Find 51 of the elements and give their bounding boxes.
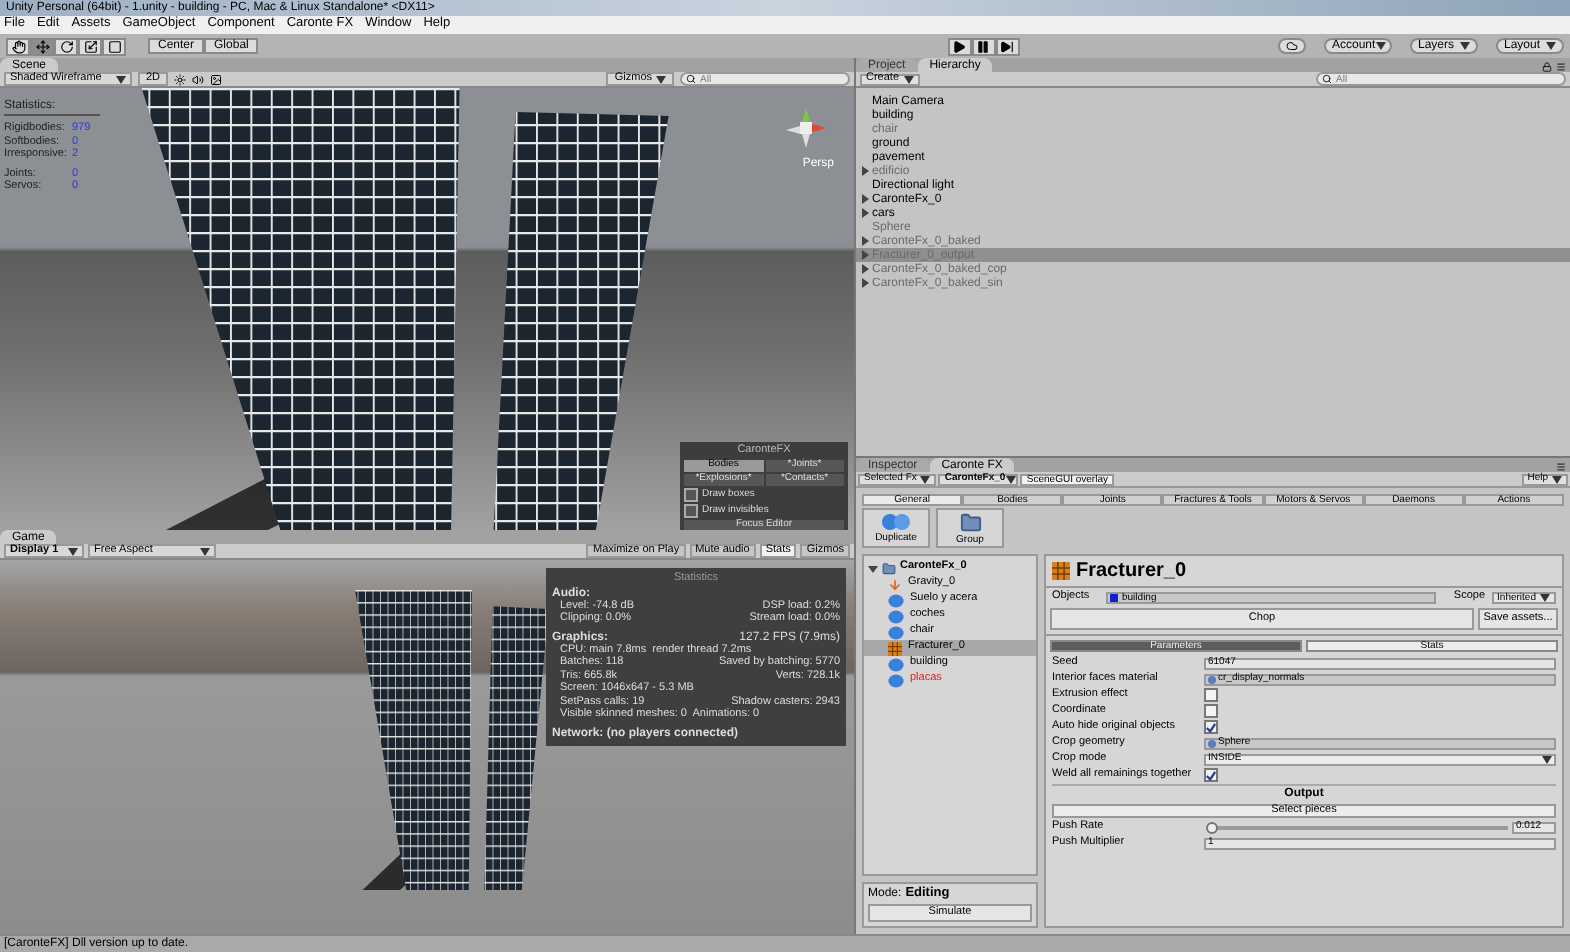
caret-icon — [1542, 755, 1552, 763]
step-button[interactable] — [995, 37, 1020, 55]
lock-icon[interactable] — [1542, 62, 1552, 72]
collapsed-arrow-icon[interactable] — [860, 166, 870, 176]
folder-icon — [959, 511, 981, 533]
pause-icon — [976, 39, 991, 53]
image-icon[interactable] — [210, 73, 223, 85]
caret-icon — [1540, 594, 1550, 602]
menu-icon[interactable] — [1556, 462, 1566, 472]
rotate-tool-button[interactable] — [54, 37, 78, 55]
arrow-down-icon — [888, 577, 902, 591]
slider-thumb[interactable] — [1205, 821, 1217, 833]
blobs-icon — [880, 512, 912, 532]
hand-tool-button[interactable] — [6, 37, 30, 55]
menu-icon[interactable] — [1556, 62, 1566, 72]
expanded-arrow-icon[interactable] — [868, 563, 878, 573]
checkbox[interactable] — [1204, 720, 1218, 734]
search-icon — [1322, 74, 1332, 84]
cloud-icon — [1286, 40, 1298, 52]
object-icon — [1208, 739, 1216, 747]
caret-icon — [1375, 42, 1386, 50]
grid-icon — [1052, 562, 1070, 580]
play-button[interactable] — [947, 37, 972, 55]
cloud-button[interactable] — [1278, 38, 1306, 54]
move-arrows-icon — [35, 39, 49, 53]
scale-icon — [83, 39, 97, 53]
checkbox[interactable] — [1204, 768, 1218, 782]
step-icon — [1000, 39, 1015, 53]
search-icon — [686, 74, 696, 84]
object-icon — [1208, 675, 1216, 683]
square-icon — [107, 39, 121, 53]
grid-icon — [888, 641, 902, 655]
checkbox[interactable] — [1204, 704, 1218, 718]
pause-button[interactable] — [971, 37, 996, 55]
play-icon — [952, 39, 967, 53]
checkbox[interactable] — [684, 487, 698, 501]
axis-gizmo-icon[interactable] — [782, 104, 830, 152]
scale-tool-button[interactable] — [78, 37, 102, 55]
caret-icon — [1460, 42, 1470, 50]
folder-icon — [882, 561, 896, 575]
checkbox[interactable] — [1204, 688, 1218, 702]
object-icon — [1110, 594, 1118, 602]
move-tool-button[interactable] — [30, 37, 54, 55]
rotate-icon — [59, 39, 73, 53]
caret-icon — [1546, 42, 1556, 50]
node-title: Fracturer_0 — [1076, 561, 1187, 581]
checkbox[interactable] — [684, 503, 698, 517]
rect-tool-button[interactable] — [102, 37, 126, 55]
hand-icon — [11, 39, 25, 53]
sun-icon[interactable] — [174, 73, 187, 85]
speaker-icon[interactable] — [192, 73, 205, 85]
